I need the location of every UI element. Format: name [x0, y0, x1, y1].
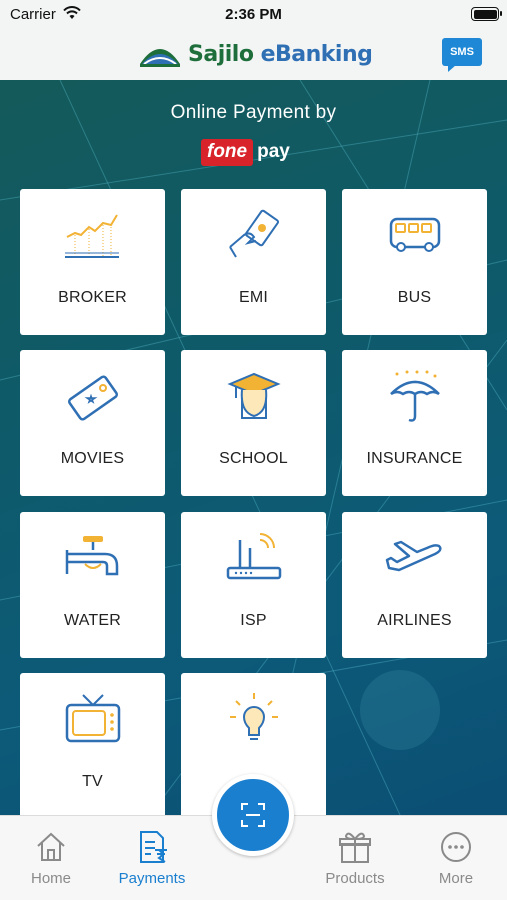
- tile-label: SCHOOL: [219, 450, 288, 467]
- tap-icon: [65, 536, 118, 576]
- tile-label: EMI: [238, 289, 269, 306]
- tile-bus[interactable]: BUS: [342, 189, 487, 335]
- tile-label: TV: [82, 773, 103, 790]
- scan-qr-button[interactable]: [212, 774, 294, 856]
- lightbulb-icon: [229, 693, 278, 740]
- gift-icon: [339, 832, 371, 863]
- tab-label: Payments: [118, 870, 186, 887]
- tab-more[interactable]: More: [411, 830, 501, 887]
- tv-icon: [65, 694, 120, 743]
- sajilo-ebanking-logo: Sajilo eBanking: [138, 38, 373, 70]
- tile-label: ISP: [240, 612, 267, 629]
- tile-isp[interactable]: ISP: [181, 512, 326, 658]
- tab-products[interactable]: Products: [310, 830, 400, 887]
- graduate-icon: [226, 372, 281, 419]
- payments-icon: [140, 831, 167, 863]
- tile-label: WATER: [64, 612, 121, 629]
- tile-school[interactable]: SCHOOL: [181, 350, 326, 496]
- scan-icon: [241, 803, 265, 827]
- fonepay-pay: pay: [257, 141, 290, 162]
- tile-label: BROKER: [58, 289, 127, 306]
- logo-text: Sajilo eBanking: [188, 41, 373, 67]
- battery-icon: [471, 7, 502, 21]
- tab-label: More: [438, 870, 474, 887]
- app-header: Sajilo eBanking SMS: [0, 30, 507, 80]
- ticket-icon: [67, 375, 118, 421]
- chart-icon: [64, 214, 119, 258]
- tile-label: INSURANCE: [366, 450, 463, 467]
- tile-label: BUS: [397, 289, 432, 306]
- fonepay-logo: fone pay: [201, 136, 290, 168]
- logo-text-e: e: [260, 41, 276, 67]
- battery-fill: [473, 9, 497, 19]
- logo-mark-icon: [140, 49, 180, 67]
- tile-movies[interactable]: MOVIES: [20, 350, 165, 496]
- clock: 2:36 PM: [225, 6, 282, 23]
- tile-airlines[interactable]: AIRLINES: [342, 512, 487, 658]
- router-icon: [226, 533, 281, 580]
- hand-money-icon: [228, 209, 279, 258]
- tile-insurance[interactable]: INSURANCE: [342, 350, 487, 496]
- tile-tv[interactable]: TV: [20, 673, 165, 819]
- tab-home[interactable]: Home: [6, 830, 96, 887]
- fonepay-fone: fone: [201, 138, 254, 166]
- logo-text-sajilo: Sajilo: [188, 41, 261, 67]
- bus-icon: [389, 217, 440, 252]
- more-icon: [441, 832, 471, 862]
- umbrella-icon: [389, 370, 440, 422]
- tab-payments[interactable]: Payments: [107, 830, 197, 887]
- tile-label: AIRLINES: [377, 612, 452, 629]
- tile-broker[interactable]: BROKER: [20, 189, 165, 335]
- tab-label: Home: [30, 870, 71, 887]
- tile-water[interactable]: WATER: [20, 512, 165, 658]
- status-bar: Carrier 2:36 PM: [0, 0, 507, 30]
- tile-emi[interactable]: EMI: [181, 189, 326, 335]
- home-icon: [37, 832, 65, 861]
- airplane-icon: [385, 540, 442, 572]
- sms-button[interactable]: SMS: [442, 38, 482, 72]
- online-payment-title: Online Payment by: [170, 102, 337, 123]
- logo-text-banking: Banking: [275, 41, 373, 67]
- tab-label: Products: [325, 870, 385, 887]
- tile-label: MOVIES: [60, 450, 125, 467]
